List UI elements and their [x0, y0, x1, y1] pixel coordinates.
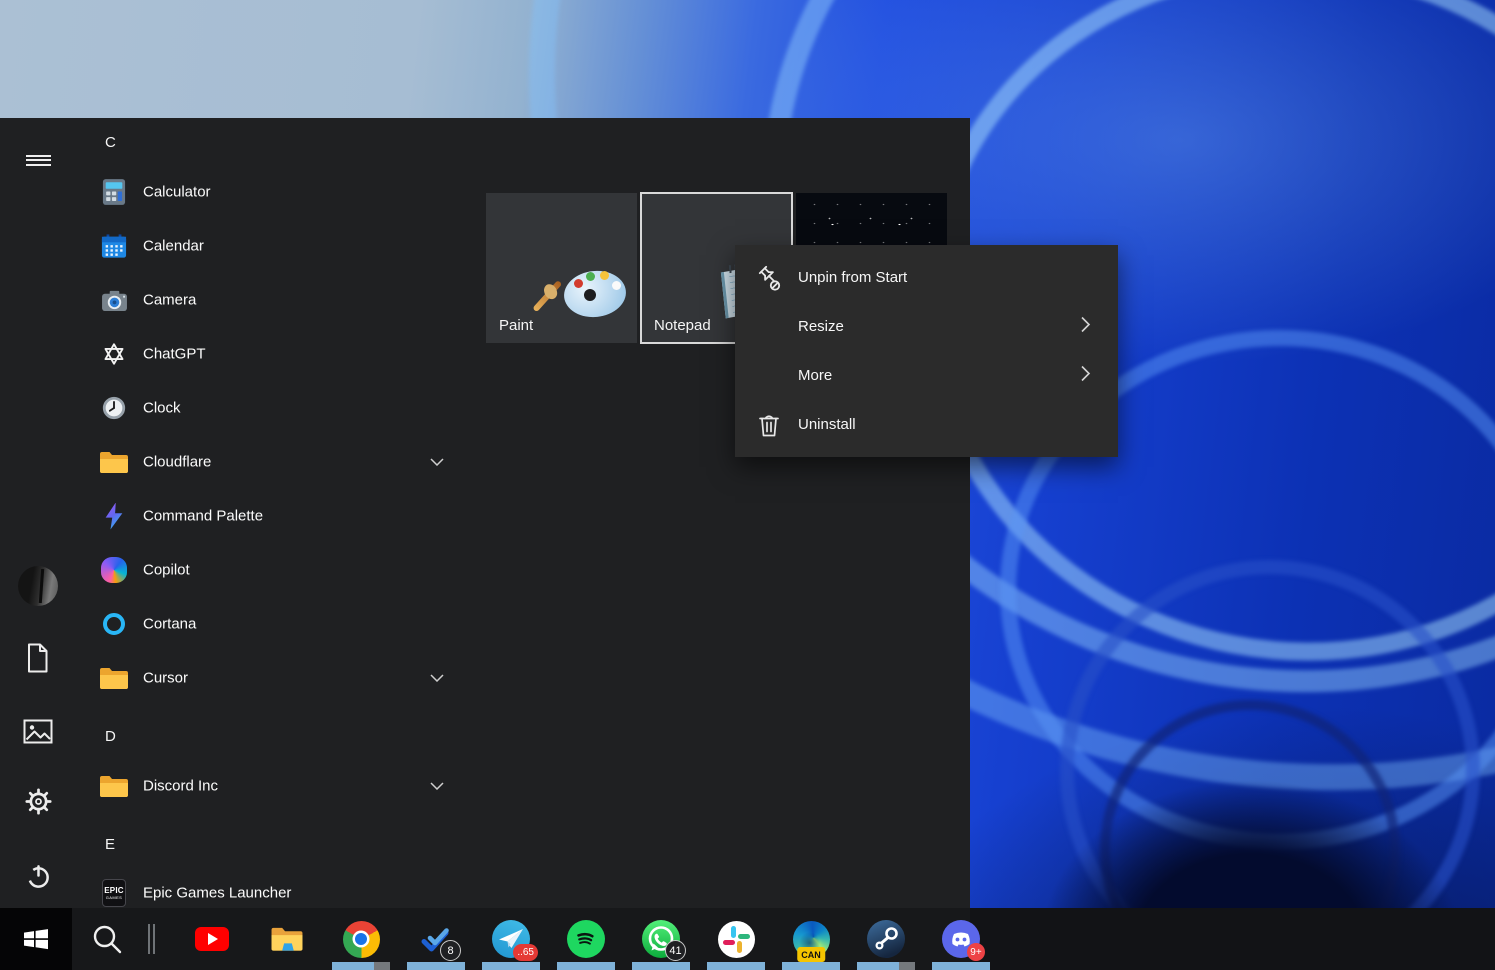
running-indicator-chrome [332, 962, 390, 970]
tile-context-menu: Unpin from Start Resize More Uninstall [735, 245, 1118, 457]
running-indicator-telegram [482, 962, 540, 970]
running-indicator-whatsapp [632, 962, 690, 970]
running-indicator-spotify [557, 962, 615, 970]
taskbar-slack[interactable] [712, 915, 760, 963]
taskbar-file-explorer[interactable] [263, 915, 311, 963]
section-header-label: D [105, 728, 116, 745]
folder-label: Discord Inc [143, 778, 218, 795]
running-indicator-slack [707, 962, 765, 970]
running-indicator-todo [407, 962, 465, 970]
taskbar: 8 ..65 41 C [0, 908, 1495, 970]
folder-label: Cloudflare [143, 454, 211, 471]
menu-item-unpin-from-start[interactable]: Unpin from Start [735, 253, 1118, 302]
slack-icon [718, 921, 755, 958]
section-header-label: E [105, 836, 115, 853]
taskbar-whatsapp[interactable]: 41 [637, 915, 685, 963]
running-indicator-discord [932, 962, 990, 970]
pictures-icon [23, 719, 53, 744]
app-list-item-cortana[interactable]: Cortana [0, 604, 960, 644]
whatsapp-badge: 41 [665, 940, 686, 961]
search-icon [90, 922, 124, 956]
taskbar-youtube[interactable] [188, 915, 236, 963]
folder-icon [99, 771, 129, 801]
calculator-icon [99, 177, 129, 207]
folder-icon [99, 447, 129, 477]
start-button[interactable] [12, 915, 60, 963]
desktop: C Calculator Calendar Camera ChatGPT Clo… [0, 0, 1495, 970]
menu-item-resize[interactable]: Resize [735, 302, 1118, 351]
camera-icon [99, 285, 129, 315]
tile-paint[interactable]: Paint [486, 193, 637, 343]
chevron-down-icon[interactable] [430, 669, 444, 687]
folder-icon [99, 663, 129, 693]
telegram-badge: ..65 [513, 944, 538, 961]
running-indicator-edge [782, 962, 840, 970]
app-label: Command Palette [143, 508, 263, 525]
chevron-right-icon [1081, 316, 1091, 337]
app-list-folder-cursor[interactable]: Cursor [0, 658, 960, 698]
app-label: Copilot [143, 562, 190, 579]
section-header-c[interactable]: C [105, 131, 116, 153]
copilot-icon [99, 555, 129, 585]
pictures-button[interactable] [16, 713, 60, 749]
spotify-icon [567, 920, 605, 958]
app-list-folder-discord-inc[interactable]: Discord Inc [0, 766, 960, 806]
taskbar-telegram[interactable]: ..65 [487, 915, 535, 963]
tile-label: Notepad [654, 317, 711, 334]
section-header-e[interactable]: E [105, 833, 115, 855]
section-header-d[interactable]: D [105, 725, 116, 747]
section-header-label: C [105, 134, 116, 151]
windows-logo-icon [21, 924, 51, 954]
menu-item-label: More [798, 367, 832, 384]
taskbar-edge-canary[interactable]: CAN [787, 915, 835, 963]
chevron-down-icon[interactable] [430, 777, 444, 795]
menu-item-label: Uninstall [798, 416, 856, 433]
calendar-icon [99, 231, 129, 261]
running-indicator-steam [857, 962, 915, 970]
epic-games-icon: EPICGAMES [99, 878, 129, 908]
file-explorer-icon [269, 925, 305, 954]
app-label: Clock [143, 400, 181, 417]
unpin-icon [755, 264, 783, 292]
cortana-icon [99, 609, 129, 639]
youtube-icon [195, 927, 229, 951]
hamburger-icon [26, 152, 51, 168]
trash-icon [755, 411, 783, 439]
taskbar-discord[interactable]: 9+ [937, 915, 985, 963]
taskbar-separator [148, 924, 156, 954]
tile-label: Paint [499, 317, 533, 334]
steam-icon [867, 920, 905, 958]
app-label: Epic Games Launcher [143, 885, 291, 902]
menu-item-uninstall[interactable]: Uninstall [735, 400, 1118, 449]
command-palette-icon [99, 501, 129, 531]
chevron-right-icon [1081, 365, 1091, 386]
chevron-down-icon[interactable] [430, 453, 444, 471]
app-label: Camera [143, 292, 196, 309]
menu-item-label: Unpin from Start [798, 269, 907, 286]
clock-icon [99, 393, 129, 423]
discord-badge: 9+ [967, 943, 985, 961]
chrome-icon [343, 921, 380, 958]
search-button[interactable] [83, 915, 131, 963]
folder-label: Cursor [143, 670, 188, 687]
start-menu: C Calculator Calendar Camera ChatGPT Clo… [0, 118, 970, 908]
taskbar-chrome[interactable] [337, 915, 385, 963]
telegram-icon: ..65 [492, 920, 530, 958]
chatgpt-icon [99, 339, 129, 369]
taskbar-spotify[interactable] [562, 915, 610, 963]
app-list-item-copilot[interactable]: Copilot [0, 550, 960, 590]
menu-item-label: Resize [798, 318, 844, 335]
todo-badge: 8 [440, 940, 461, 961]
taskbar-microsoft-todo[interactable]: 8 [412, 915, 460, 963]
app-label: Calendar [143, 238, 204, 255]
app-label: ChatGPT [143, 346, 206, 363]
menu-item-more[interactable]: More [735, 351, 1118, 400]
edge-canary-badge: CAN [797, 947, 825, 962]
app-label: Calculator [143, 184, 211, 201]
app-list-item-epic-games-launcher[interactable]: EPICGAMES Epic Games Launcher [0, 873, 960, 908]
app-list-item-command-palette[interactable]: Command Palette [0, 496, 960, 536]
taskbar-steam[interactable] [862, 915, 910, 963]
app-label: Cortana [143, 616, 196, 633]
